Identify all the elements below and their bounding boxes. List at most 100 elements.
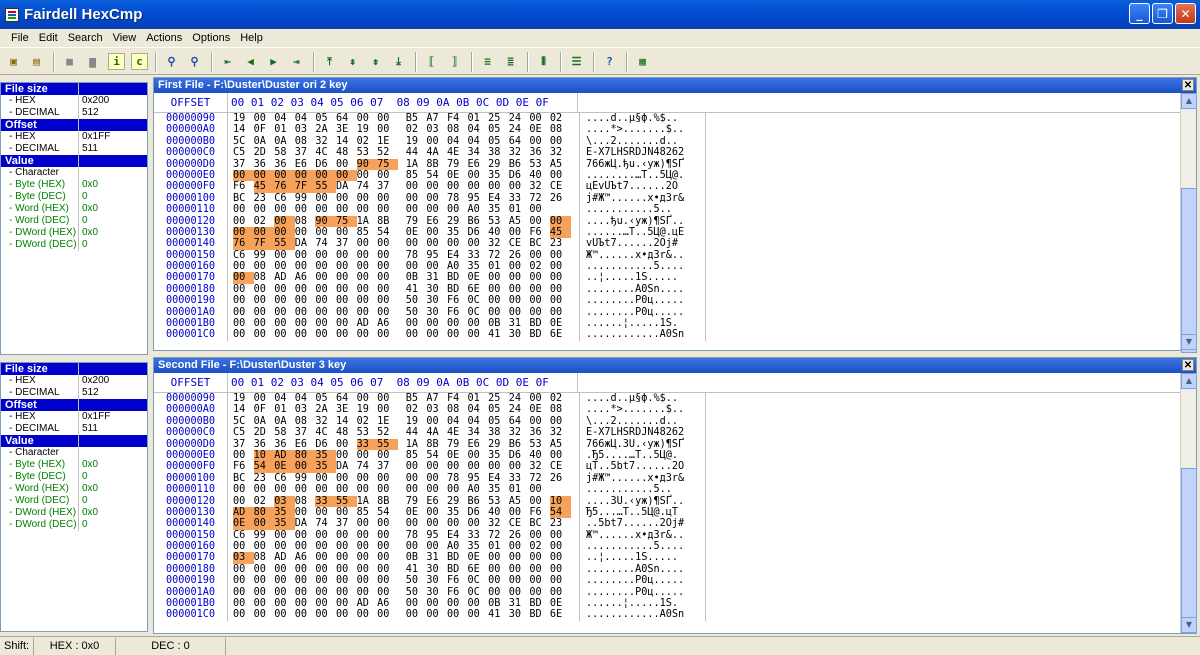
ascii-row[interactable]: Ж™......x•д3r&.. [586, 530, 705, 541]
hex-byte[interactable]: 08 [295, 416, 316, 427]
hex-byte[interactable]: 0E [406, 227, 427, 238]
hex-byte[interactable]: 19 [233, 393, 254, 404]
hex-byte[interactable]: 0A [274, 136, 295, 147]
hex-byte[interactable]: 32 [509, 427, 530, 438]
hex-byte[interactable]: 00 [336, 329, 357, 340]
hex-byte[interactable]: 8B [426, 439, 447, 450]
hex-byte[interactable]: 0C [468, 575, 489, 586]
hex-byte[interactable]: 53 [488, 216, 509, 227]
hex-byte[interactable]: 00 [233, 484, 254, 495]
hex-byte[interactable]: 0E [550, 598, 571, 609]
hex-byte[interactable]: 00 [295, 484, 316, 495]
hex-byte[interactable]: 00 [295, 284, 316, 295]
hex-byte[interactable]: 85 [357, 227, 378, 238]
hex-byte[interactable]: 19 [233, 113, 254, 124]
hex-byte[interactable]: 04 [274, 113, 295, 124]
sync-right-icon[interactable]: ⟧ [444, 51, 465, 72]
ascii-row[interactable]: ......­¦.....1S. [586, 318, 705, 329]
hex-byte[interactable]: 00 [529, 484, 550, 495]
hex-byte[interactable]: 05 [488, 404, 509, 415]
hex-byte[interactable]: BD [447, 564, 468, 575]
hex-byte[interactable]: 00 [274, 530, 295, 541]
hex-byte[interactable]: 02 [550, 393, 571, 404]
hex-byte[interactable]: 00 [550, 272, 571, 283]
hex-byte[interactable]: 00 [315, 530, 336, 541]
hex-byte[interactable]: 2D [254, 147, 275, 158]
close-button[interactable]: ✕ [1175, 3, 1196, 24]
hex-row[interactable]: C6 99 00 00 00 00 00 00 78 95 E4 33 72 26 00 00 [230, 250, 579, 261]
hex-byte[interactable]: 00 [315, 587, 336, 598]
hex-byte[interactable]: 37 [233, 159, 254, 170]
hex-byte[interactable]: 00 [509, 552, 530, 563]
hex-byte[interactable]: 00 [274, 284, 295, 295]
hex-byte[interactable]: 00 [357, 473, 378, 484]
hex-byte[interactable]: 00 [357, 450, 378, 461]
hex-byte[interactable]: 00 [426, 238, 447, 249]
hex-byte[interactable]: 00 [357, 609, 378, 620]
hex-byte[interactable]: 00 [377, 329, 398, 340]
hex-byte[interactable]: 00 [406, 461, 427, 472]
hex-byte[interactable]: DA [336, 461, 357, 472]
hex-byte[interactable]: 00 [426, 318, 447, 329]
file2-hex-body[interactable]: 00000090 000000A0 000000B0 000000C0 000000D0… [154, 393, 1196, 628]
menu-search[interactable]: Search [63, 29, 108, 48]
ascii-row[interactable]: ......­¦.....1S. [586, 598, 705, 609]
hex-byte[interactable]: 64 [336, 393, 357, 404]
hex-byte[interactable]: 00 [509, 575, 530, 586]
hex-byte[interactable]: 32 [529, 181, 550, 192]
ascii-row[interactable]: .­Ђ5....…T..5Ц@. [586, 450, 705, 461]
go-bottom-icon[interactable]: ⤓ [388, 51, 409, 72]
hex-byte[interactable]: 00 [254, 295, 275, 306]
hex-byte[interactable]: E6 [295, 439, 316, 450]
diff-byte[interactable]: 00 [274, 226, 295, 239]
hex-byte[interactable]: 79 [406, 496, 427, 507]
hex-byte[interactable]: 00 [336, 530, 357, 541]
hex-byte[interactable]: 95 [426, 530, 447, 541]
hex-row[interactable]: 00 00 00 00 00 00 00 00 41 30 BD 6E 00 00 00 00 [230, 564, 579, 575]
hex-byte[interactable]: 00 [295, 329, 316, 340]
hex-byte[interactable]: 00 [377, 250, 398, 261]
hex-byte[interactable]: 52 [377, 147, 398, 158]
hex-byte[interactable]: 00 [274, 609, 295, 620]
hex-byte[interactable]: 00 [357, 204, 378, 215]
hex-byte[interactable]: 00 [377, 518, 398, 529]
hex-byte[interactable]: E6 [426, 216, 447, 227]
hex-byte[interactable]: 50 [406, 307, 427, 318]
open-file2-icon[interactable]: ▤ [26, 51, 47, 72]
hex-byte[interactable]: B6 [468, 496, 489, 507]
hex-byte[interactable]: 0E [447, 170, 468, 181]
hex-byte[interactable]: 1E [377, 136, 398, 147]
hex-byte[interactable]: 6E [550, 609, 571, 620]
hex-byte[interactable]: E4 [488, 473, 509, 484]
hex-byte[interactable]: BD [447, 552, 468, 563]
hex-byte[interactable]: F6 [529, 227, 550, 238]
hex-byte[interactable]: 0E [529, 124, 550, 135]
hex-byte[interactable]: 00 [315, 193, 336, 204]
hex-byte[interactable]: 00 [377, 204, 398, 215]
hex-byte[interactable]: 00 [447, 318, 468, 329]
hex-byte[interactable]: 95 [468, 193, 489, 204]
hex-byte[interactable]: 32 [488, 518, 509, 529]
hex-byte[interactable]: 08 [295, 136, 316, 147]
hex-byte[interactable]: 0A [274, 416, 295, 427]
hex-byte[interactable]: 00 [233, 587, 254, 598]
hex-byte[interactable]: 00 [550, 552, 571, 563]
hex-byte[interactable]: C6 [233, 250, 254, 261]
hex-byte[interactable]: 00 [357, 552, 378, 563]
hex-byte[interactable]: 0E [468, 552, 489, 563]
diff-byte[interactable]: 7F [294, 181, 316, 193]
hex-byte[interactable]: 00 [315, 541, 336, 552]
hex-byte[interactable]: 00 [509, 541, 530, 552]
hex-byte[interactable]: F6 [447, 307, 468, 318]
hex-byte[interactable]: 00 [336, 484, 357, 495]
hex-byte[interactable]: 00 [233, 598, 254, 609]
hex-byte[interactable]: B6 [468, 216, 489, 227]
hex-byte[interactable]: 00 [550, 450, 571, 461]
hex-row[interactable]: 00 00 00 00 00 00 AD A6 00 00 00 00 0B 31 BD 0E [230, 318, 579, 329]
hex-byte[interactable]: 00 [377, 170, 398, 181]
hex-byte[interactable]: 00 [377, 541, 398, 552]
ascii-row[interactable]: ј#Ж™......x•д3r& [586, 473, 705, 484]
hex-byte[interactable]: 00 [254, 393, 275, 404]
hex-byte[interactable]: 00 [377, 272, 398, 283]
hex-byte[interactable]: 00 [295, 541, 316, 552]
